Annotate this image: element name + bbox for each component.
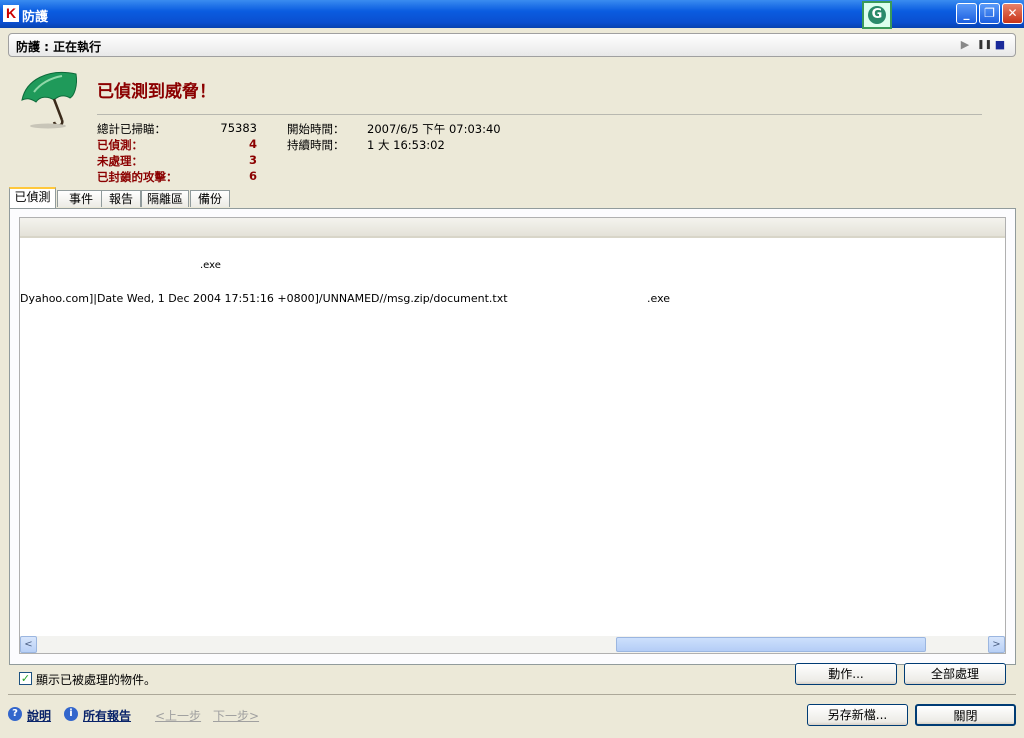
threat-headline: 已偵測到威脅！: [97, 82, 216, 102]
stat-label-scanned: 總計已掃瞄：: [97, 122, 166, 136]
divider: [97, 114, 982, 115]
info-icon[interactable]: i: [64, 707, 78, 721]
minimize-button[interactable]: _: [956, 3, 977, 24]
detected-objects-list[interactable]: .exe Dyahoo.com]|Date Wed, 1 Dec 2004 17…: [19, 217, 1006, 654]
play-icon[interactable]: ▶: [959, 39, 971, 51]
list-item[interactable]: Dyahoo.com]|Date Wed, 1 Dec 2004 17:51:1…: [20, 292, 1005, 305]
protection-status-bar: 防護 : 正在執行 ▶ ❚❚ ■: [8, 33, 1016, 57]
help-icon[interactable]: ?: [8, 707, 22, 721]
list-header[interactable]: [20, 218, 1005, 238]
stat-label-unprocessed: 未處理：: [97, 154, 143, 168]
help-link[interactable]: 說明: [27, 707, 51, 724]
g-icon: G: [868, 6, 886, 24]
scroll-thumb[interactable]: [616, 637, 926, 652]
start-time-label: 開始時間：: [287, 122, 345, 136]
start-time-value: 2007/6/5 下午 07:03:40: [367, 122, 501, 136]
prev-step-link[interactable]: <上一步: [155, 707, 201, 724]
object-type: .exe: [200, 260, 221, 271]
action-button[interactable]: 動作...: [795, 663, 897, 685]
next-step-link[interactable]: 下一步>: [213, 707, 259, 724]
tab-detected[interactable]: 已偵測: [9, 187, 56, 208]
process-all-button[interactable]: 全部處理: [904, 663, 1006, 685]
scroll-right-button[interactable]: >: [988, 636, 1005, 653]
title-bar: K 防護 G _ ❐ ✕: [0, 0, 1024, 29]
stat-value-scanned: 75383: [220, 121, 257, 135]
object-type: .exe: [647, 292, 671, 305]
stop-icon[interactable]: ■: [994, 39, 1006, 51]
tab-reports[interactable]: 報告: [101, 190, 141, 207]
pause-icon[interactable]: ❚❚: [977, 39, 992, 51]
close-button[interactable]: 關閉: [915, 704, 1016, 726]
kaspersky-logo-icon[interactable]: K: [3, 5, 19, 22]
tab-backup[interactable]: 備份: [190, 190, 230, 207]
stat-value-blocked: 6: [248, 169, 257, 183]
duration-value: 1 大 16:53:02: [367, 138, 445, 152]
tray-app-icon[interactable]: G: [862, 1, 892, 29]
tab-events[interactable]: 事件: [57, 190, 105, 207]
restore-button[interactable]: ❐: [979, 3, 1000, 24]
stat-label-detected: 已偵測：: [97, 138, 143, 152]
stat-value-detected: 4: [248, 137, 257, 151]
save-as-button[interactable]: 另存新檔...: [807, 704, 908, 726]
show-processed-checkbox[interactable]: ✓: [19, 672, 32, 685]
stat-label-blocked: 已封鎖的攻擊：: [97, 170, 178, 184]
tab-quarantine[interactable]: 隔離區: [141, 190, 189, 207]
scroll-left-button[interactable]: <: [20, 636, 37, 653]
object-path: Dyahoo.com]|Date Wed, 1 Dec 2004 17:51:1…: [20, 292, 508, 305]
window-title: 防護: [22, 10, 49, 25]
umbrella-icon: [21, 72, 77, 129]
protection-status-text: 防護 : 正在執行: [16, 40, 102, 54]
horizontal-scrollbar[interactable]: < >: [20, 636, 1005, 653]
close-window-button[interactable]: ✕: [1002, 3, 1023, 24]
all-reports-link[interactable]: 所有報告: [83, 707, 131, 724]
duration-label: 持續時間：: [287, 138, 345, 152]
show-processed-label: 顯示已被處理的物件。: [36, 673, 157, 687]
stat-value-unprocessed: 3: [248, 153, 257, 167]
footer-divider: [8, 694, 1016, 695]
